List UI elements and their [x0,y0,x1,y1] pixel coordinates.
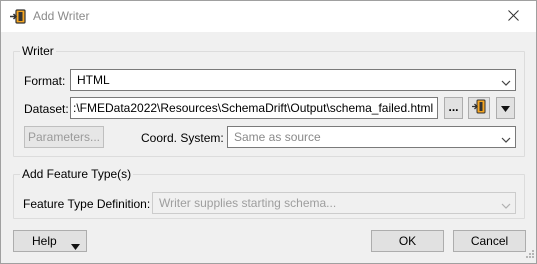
parameters-button[interactable]: Parameters... [24,126,104,148]
feature-type-group-title: Add Feature Type(s) [20,167,134,181]
close-icon [507,9,519,24]
close-button[interactable] [490,1,536,32]
coord-system-select[interactable]: Same as source [227,126,516,148]
dataset-picker-button[interactable] [468,97,490,119]
format-select[interactable]: HTML [70,69,516,91]
add-writer-dialog: Add Writer Writer Format: HTML Dataset: … [0,0,537,264]
writer-group-title: Writer [20,44,56,58]
file-picker-icon [471,99,487,118]
dataset-menu-button[interactable] [496,97,515,119]
feature-type-definition-value: Writer supplies starting schema... [159,196,337,210]
window-title: Add Writer [33,9,90,23]
chevron-down-icon [501,133,511,143]
cancel-label: Cancel [470,234,509,248]
parameters-label: Parameters... [27,130,101,144]
feature-type-definition-label: Feature Type Definition: [23,197,151,211]
browse-button[interactable]: ... [444,97,463,119]
help-label: Help [32,234,57,248]
coord-system-label: Coord. System: [141,131,224,145]
format-label: Format: [24,74,66,88]
add-writer-icon [9,8,27,26]
dataset-label: Dataset: [24,102,69,116]
title-bar: Add Writer [1,1,536,32]
cancel-button[interactable]: Cancel [453,230,526,252]
resize-grip-icon[interactable] [525,247,534,261]
triangle-down-icon[interactable] [71,239,80,253]
ok-label: OK [398,234,417,248]
chevron-down-icon [501,199,511,209]
coord-system-placeholder: Same as source [234,130,321,144]
format-value: HTML [77,73,110,87]
help-button[interactable]: Help [13,230,87,252]
browse-label: ... [448,99,459,114]
chevron-down-icon [501,76,511,86]
dataset-value: :\FMEData2022\Resources\SchemaDrift\Outp… [73,101,434,115]
triangle-down-icon [501,101,510,115]
feature-type-definition-select[interactable]: Writer supplies starting schema... [152,192,516,214]
dataset-field[interactable]: :\FMEData2022\Resources\SchemaDrift\Outp… [70,97,438,119]
ok-button[interactable]: OK [371,230,444,252]
